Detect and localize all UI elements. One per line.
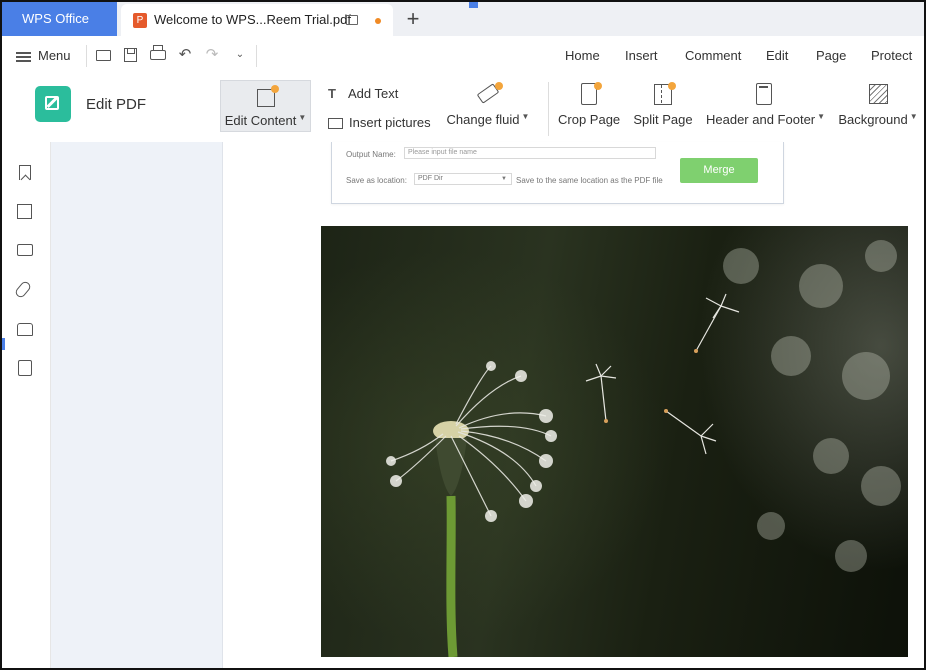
dandelion-illustration bbox=[386, 240, 901, 657]
window-marker bbox=[469, 2, 478, 8]
thumbnail-icon[interactable] bbox=[16, 203, 34, 221]
edit-content-label: Edit Content bbox=[224, 113, 297, 128]
save-icon[interactable] bbox=[121, 45, 141, 65]
save-location-select: PDF Dir ▼ bbox=[414, 173, 512, 185]
bookmark-icon[interactable] bbox=[16, 164, 34, 182]
crop-page-label: Crop Page bbox=[558, 112, 621, 127]
crop-page-button[interactable]: Crop Page bbox=[558, 82, 620, 127]
crop-icon bbox=[578, 82, 602, 106]
ribbon-toolbar: Edit PDF Edit Content ▼ T Add Text Insert … bbox=[2, 76, 924, 143]
tab-edit[interactable]: Edit bbox=[766, 48, 788, 63]
text-icon: T bbox=[328, 86, 336, 101]
new-tab-button[interactable]: + bbox=[400, 2, 426, 36]
save-location-hint: Save to the same location as the PDF fil… bbox=[516, 176, 663, 185]
attachment-icon[interactable] bbox=[13, 279, 34, 300]
navigation-panel bbox=[51, 142, 223, 668]
insert-pictures-label: Insert pictures bbox=[349, 115, 431, 130]
wps-window: WPS Office P Welcome to WPS...Reem Trial… bbox=[0, 0, 926, 670]
edit-content-icon bbox=[255, 85, 279, 109]
extract-icon[interactable] bbox=[16, 359, 34, 377]
background-button[interactable]: Background ▼ bbox=[838, 82, 918, 127]
tab-protect[interactable]: Protect bbox=[871, 48, 912, 63]
redo-icon[interactable]: ↷ bbox=[202, 45, 222, 65]
hamburger-icon bbox=[16, 51, 31, 62]
divider bbox=[256, 45, 257, 67]
comment-icon[interactable] bbox=[16, 242, 34, 260]
split-page-label: Split Page bbox=[633, 112, 693, 127]
change-fluid-button[interactable]: Change fluid ▼ bbox=[445, 82, 531, 127]
output-name-label: Output Name: bbox=[346, 150, 396, 159]
tab-comment[interactable]: Comment bbox=[685, 48, 741, 63]
edit-pdf-label: Edit PDF bbox=[86, 96, 147, 113]
output-name-field: Please input file name bbox=[404, 147, 656, 159]
monitor-icon[interactable] bbox=[346, 15, 358, 25]
split-icon bbox=[652, 82, 676, 106]
left-sidebar bbox=[2, 142, 51, 668]
menu-button[interactable]: Menu bbox=[16, 46, 71, 66]
save-location-value: PDF Dir bbox=[418, 175, 443, 182]
tab-home[interactable]: Home bbox=[565, 48, 600, 63]
background-label: Background bbox=[838, 112, 908, 127]
eraser-icon bbox=[476, 82, 503, 106]
merge-dialog-snapshot: Output Name: Please input file name Save… bbox=[331, 142, 784, 204]
merge-button: Merge bbox=[680, 158, 758, 183]
tab-page[interactable]: Page bbox=[816, 48, 846, 63]
add-text-label: Add Text bbox=[348, 86, 399, 101]
print-icon[interactable] bbox=[148, 45, 168, 65]
edit-content-button[interactable]: Edit Content ▼ bbox=[220, 80, 311, 132]
customize-icon[interactable]: ⌄ bbox=[230, 45, 250, 65]
header-footer-button[interactable]: Header and Footer ▼ bbox=[706, 82, 825, 127]
tab-insert[interactable]: Insert bbox=[625, 48, 658, 63]
divider bbox=[86, 45, 87, 67]
edit-pdf-icon bbox=[35, 86, 71, 122]
header-footer-label: Header and Footer bbox=[706, 112, 816, 127]
divider bbox=[548, 82, 549, 136]
open-folder-icon[interactable] bbox=[94, 45, 114, 65]
save-location-label: Save as location: bbox=[346, 176, 407, 185]
unsaved-dot-icon bbox=[375, 18, 381, 24]
title-bar: WPS Office P Welcome to WPS...Reem Trial… bbox=[2, 2, 924, 36]
background-icon bbox=[867, 82, 889, 106]
wps-office-tab[interactable]: WPS Office bbox=[2, 2, 117, 36]
document-tab[interactable]: P Welcome to WPS...Reem Trial.pdf bbox=[121, 4, 393, 36]
chevron-down-icon: ▼ bbox=[501, 176, 507, 182]
header-footer-icon bbox=[753, 82, 775, 106]
active-indicator bbox=[2, 338, 5, 350]
split-page-button[interactable]: Split Page bbox=[632, 82, 694, 127]
insert-pictures-button[interactable]: Insert pictures bbox=[328, 115, 431, 130]
undo-icon[interactable]: ↶ bbox=[175, 45, 195, 65]
menu-label: Menu bbox=[38, 48, 71, 63]
pdf-file-icon: P bbox=[133, 13, 147, 28]
document-tab-title: Welcome to WPS...Reem Trial.pdf bbox=[154, 12, 351, 27]
menu-bar: Menu ↶ ↷ ⌄ Home Insert Comment Edit Page… bbox=[2, 36, 924, 76]
picture-icon bbox=[328, 118, 343, 130]
signature-icon[interactable] bbox=[16, 320, 34, 338]
add-text-button[interactable]: T Add Text bbox=[328, 86, 398, 101]
dandelion-image[interactable] bbox=[321, 226, 908, 657]
change-fluid-label: Change fluid bbox=[446, 112, 520, 127]
